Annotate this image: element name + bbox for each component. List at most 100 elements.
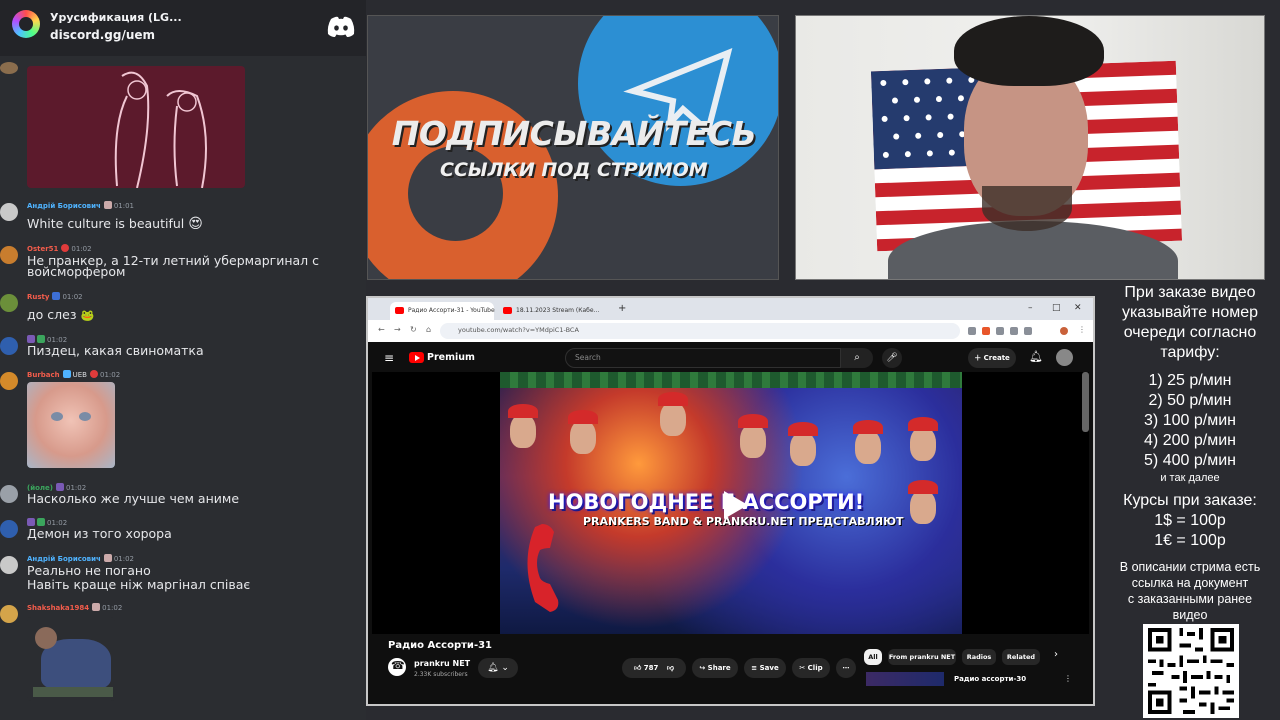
search-input[interactable]	[565, 348, 841, 368]
order-info-panel: При заказе видео указывайте номер очеред…	[1100, 283, 1280, 623]
pine-garland	[500, 372, 962, 388]
avatar[interactable]	[0, 556, 18, 574]
avatar[interactable]	[0, 605, 18, 623]
tariff-item: 1) 25 р/мин	[1148, 372, 1232, 389]
tariff-more: и так далее	[1160, 472, 1220, 484]
create-button[interactable]: ＋ Create	[968, 348, 1016, 368]
tariff-item: 5) 400 р/мин	[1144, 452, 1236, 469]
discord-chat-panel: Урусификация (LG... discord.gg/uem Андрі…	[0, 0, 366, 720]
browser-window: Радио Ассорти-31 - YouTube 18.11.2023 St…	[366, 296, 1095, 706]
youtube-logo-icon[interactable]	[409, 352, 424, 363]
maximize-icon[interactable]: □	[1052, 303, 1061, 313]
chip-radios[interactable]: Radios	[962, 649, 996, 665]
tab-youtube-video[interactable]: Радио Ассорти-31 - YouTube	[390, 302, 495, 320]
chip-from-channel[interactable]: From prankru NET	[888, 649, 956, 665]
message-body: White culture is beautiful	[27, 216, 185, 231]
video-title: Радио Ассорти-31	[388, 640, 493, 651]
notifications-bell-icon[interactable]: 🔔︎	[1029, 350, 1043, 363]
extension-icon[interactable]	[1010, 327, 1018, 335]
message-meta: Rusty 01:02	[27, 292, 83, 301]
invite-link[interactable]: discord.gg/uem	[50, 28, 155, 42]
recommended-thumbnail[interactable]	[866, 672, 944, 686]
recommended-title[interactable]: Радио ассорти-30	[954, 675, 1026, 683]
account-avatar[interactable]	[1056, 349, 1073, 366]
play-icon[interactable]	[714, 488, 754, 522]
avatar[interactable]	[0, 372, 18, 390]
server-icon	[12, 10, 40, 38]
role-icon	[62, 370, 71, 378]
message-text: Демон из того хорора	[27, 526, 172, 541]
browser-menu-icon[interactable]: ⋮	[1078, 325, 1086, 334]
home-icon[interactable]: ⌂	[426, 325, 431, 334]
search-icon[interactable]: ⌕	[841, 348, 873, 368]
channel-name[interactable]: prankru NET	[414, 659, 470, 668]
extension-icon[interactable]	[1024, 327, 1032, 335]
share-button[interactable]: ↪ Share	[692, 658, 738, 678]
info-heading: тарифу:	[1160, 344, 1220, 361]
channel-avatar[interactable]	[388, 658, 406, 676]
message-text: Насколько же лучше чем аниме	[27, 491, 240, 506]
author-name[interactable]: Burbach	[27, 371, 60, 379]
note-line: с заказанными ранее	[1127, 592, 1253, 606]
timestamp: 01:01	[113, 202, 135, 210]
save-button[interactable]: ≡ Save	[744, 658, 786, 678]
chevron-down-icon: ⌄	[501, 663, 509, 673]
author-name[interactable]: Rusty	[27, 293, 49, 301]
thumbs-down-icon[interactable]: 👎︎	[667, 664, 674, 672]
info-heading: При заказе видео	[1124, 284, 1256, 301]
close-icon[interactable]: ✕	[1074, 303, 1082, 313]
timestamp: 01:02	[113, 555, 135, 563]
avatar[interactable]	[0, 246, 18, 264]
reload-icon[interactable]: ↻	[410, 325, 417, 334]
image-attachment[interactable]	[27, 66, 245, 189]
avatar[interactable]	[0, 294, 18, 312]
microphone-icon[interactable]: 🎤︎	[882, 348, 902, 368]
subscription-bell-button[interactable]: 🔔︎ ⌄	[478, 658, 518, 678]
figure-base	[33, 687, 113, 697]
new-tab-icon[interactable]: +	[618, 303, 626, 314]
author-name[interactable]: Shakshaka1984	[27, 604, 89, 612]
avatar[interactable]	[0, 485, 18, 503]
thumbnail-title: НОВОГОДНЕЕ Е АССОРТИ!	[548, 490, 865, 514]
extension-icon[interactable]	[982, 327, 990, 335]
qr-code-icon[interactable]	[1143, 624, 1239, 718]
youtube-brand[interactable]: Premium	[427, 352, 475, 363]
more-options-icon[interactable]: ⋮	[1064, 674, 1072, 683]
scrollbar[interactable]	[1082, 372, 1089, 432]
tab-stream[interactable]: 18.11.2023 Stream (Кабе...	[498, 302, 610, 320]
info-heading: указывайте номер	[1121, 304, 1259, 321]
extension-icon[interactable]	[968, 327, 976, 335]
rate-item: 1€ = 100р	[1154, 532, 1226, 549]
avatar[interactable]	[0, 337, 18, 355]
image-attachment[interactable]	[27, 382, 115, 468]
more-actions-icon[interactable]: ⋯	[836, 658, 856, 678]
video-player[interactable]: НОВОГОДНЕЕ Е АССОРТИ! PRANKERS BAND & PR…	[372, 372, 1089, 634]
role-icon	[37, 335, 45, 343]
chevron-right-icon[interactable]: ›	[1054, 649, 1058, 660]
like-button[interactable]: 👍︎ 787 👎︎	[622, 658, 686, 678]
clip-button[interactable]: ✂ Clip	[792, 658, 830, 678]
chip-all[interactable]: All	[864, 649, 882, 665]
note-line: видео	[1172, 608, 1208, 622]
author-name[interactable]: Андрій Борисович	[27, 202, 101, 210]
youtube-favicon-icon	[395, 307, 404, 314]
avatar[interactable]	[0, 520, 18, 538]
person-figure	[738, 414, 768, 458]
face-eye	[51, 412, 63, 421]
forward-icon[interactable]: →	[394, 325, 401, 334]
chip-related[interactable]: Related	[1002, 649, 1040, 665]
phone-icon	[527, 524, 559, 612]
extension-icon[interactable]	[996, 327, 1004, 335]
server-name: Урусификация (LG...	[50, 11, 182, 24]
minimize-icon[interactable]: –	[1028, 303, 1033, 313]
share-label: Share	[707, 664, 731, 672]
image-attachment[interactable]	[27, 617, 115, 701]
message-text: войсморфером	[27, 264, 126, 279]
author-name[interactable]: Oster51	[27, 245, 58, 253]
avatar[interactable]	[0, 203, 18, 221]
back-icon[interactable]: ←	[378, 325, 385, 334]
hamburger-menu-icon[interactable]: ≡	[384, 351, 394, 365]
avatar[interactable]	[0, 62, 18, 74]
author-name[interactable]: Андрій Борисович	[27, 555, 101, 563]
profile-icon[interactable]	[1060, 327, 1068, 335]
